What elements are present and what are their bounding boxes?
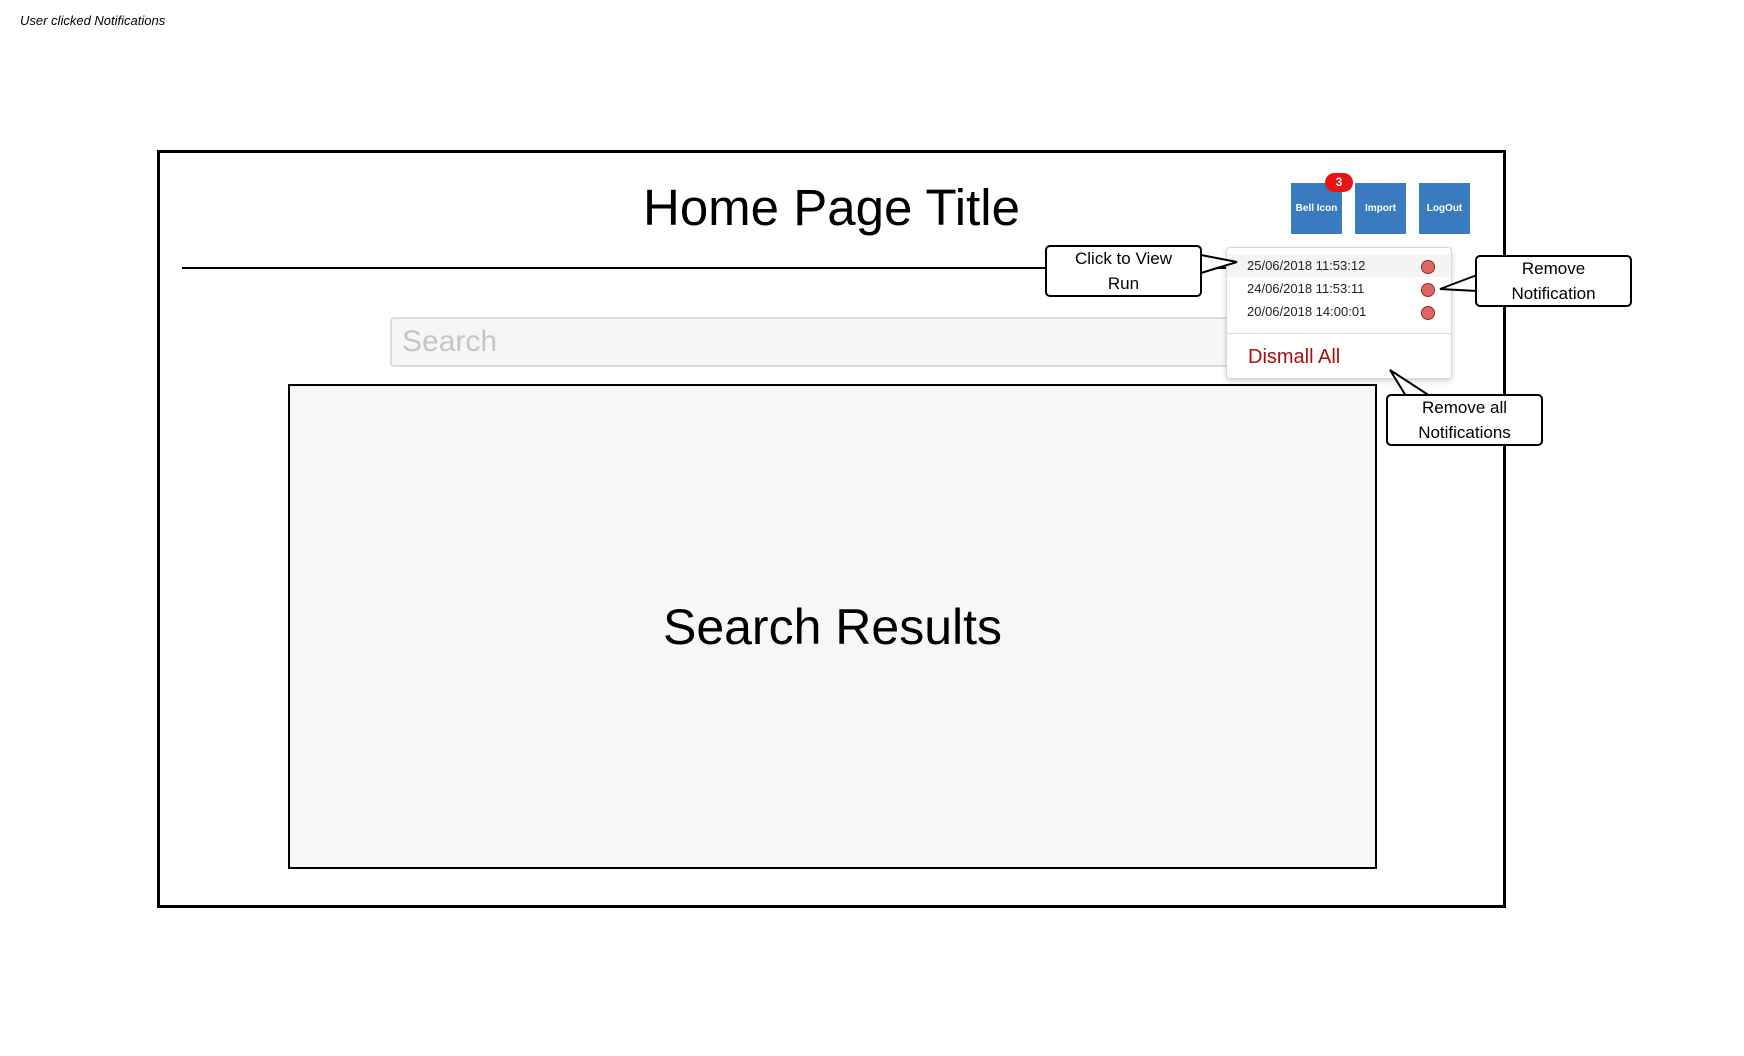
remove-all-pointer	[1389, 369, 1431, 397]
remove-all-callout-text: Remove all Notifications	[1418, 398, 1511, 442]
remove-all-callout: Remove all Notifications	[1386, 394, 1543, 446]
view-run-callout: Click to View Run	[1045, 245, 1202, 297]
remove-notification-callout: Remove Notification	[1475, 255, 1632, 307]
view-run-callout-text: Click to View Run	[1075, 249, 1172, 293]
view-run-pointer	[1200, 254, 1238, 274]
callout-pointers	[1200, 254, 1478, 397]
wireframe-stage: User clicked Notifications Home Page Tit…	[0, 0, 1744, 1056]
remove-notification-pointer	[1439, 274, 1478, 292]
remove-notification-callout-text: Remove Notification	[1511, 259, 1596, 303]
